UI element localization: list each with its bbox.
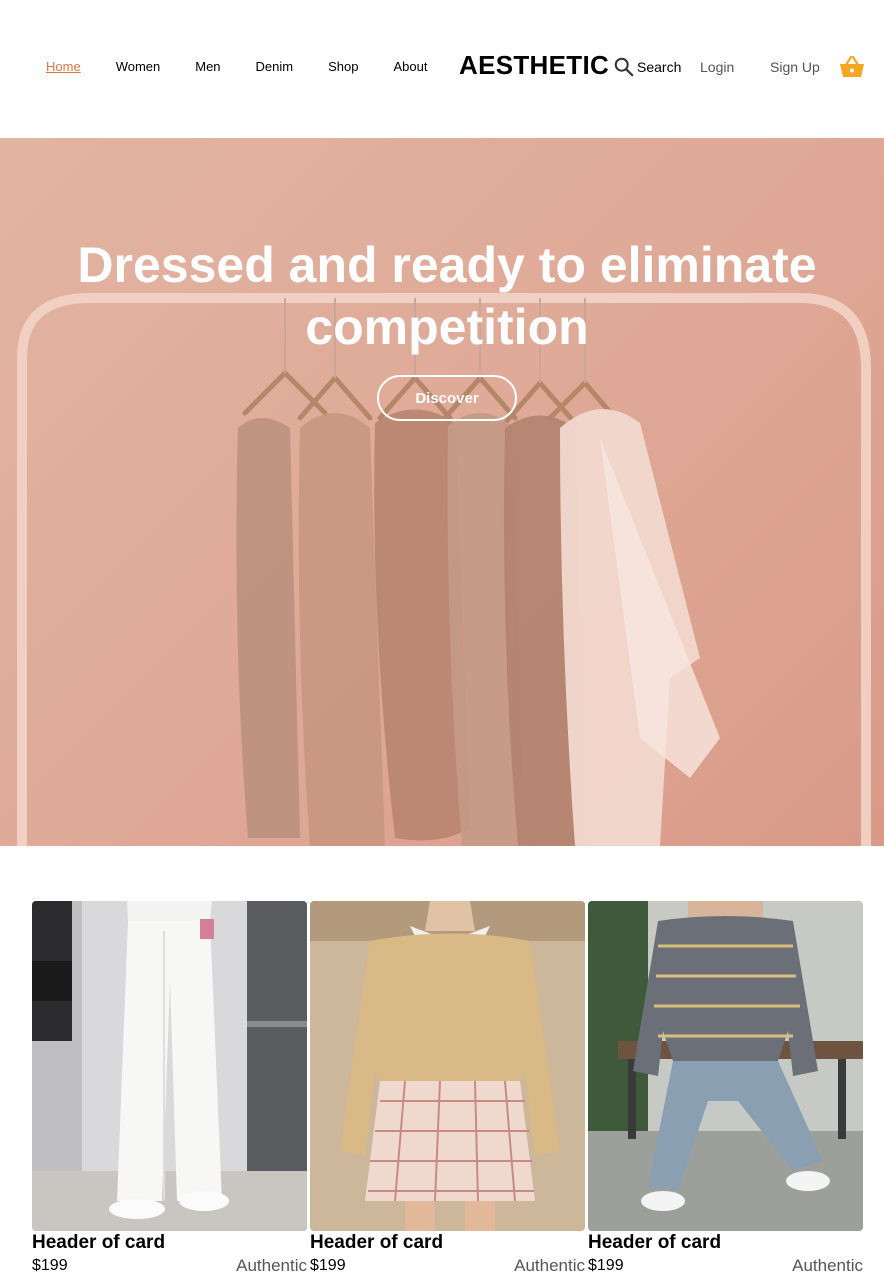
- nav-link-shop[interactable]: Shop: [328, 59, 358, 74]
- hero-title: Dressed and ready to eliminate competiti…: [77, 237, 817, 355]
- product-image-sweater-skirt[interactable]: [310, 901, 585, 1231]
- search-button[interactable]: Search: [613, 56, 681, 78]
- nav-link-women[interactable]: Women: [116, 59, 161, 74]
- product-cards: Header of card $199 Authentic Header of …: [32, 901, 863, 1288]
- nav-link-about[interactable]: About: [394, 59, 428, 74]
- card-tag: Authentic: [792, 1256, 863, 1275]
- card-title: Header of card: [588, 1232, 722, 1253]
- signup-link[interactable]: Sign Up: [770, 59, 820, 75]
- card-price: $199: [588, 1257, 624, 1274]
- brand-logo[interactable]: AESTHETIC: [459, 50, 609, 81]
- nav-link-home[interactable]: Home: [46, 59, 81, 74]
- nav-link-denim[interactable]: Denim: [256, 59, 294, 74]
- basket-icon[interactable]: [839, 55, 865, 79]
- card-price: $199: [310, 1257, 346, 1274]
- nav-links: Home Women Men Denim Shop About: [46, 59, 462, 74]
- product-card[interactable]: Header of card $199 Authentic: [588, 901, 863, 1288]
- product-card[interactable]: Header of card $199 Authentic: [32, 901, 307, 1288]
- login-link[interactable]: Login: [700, 59, 734, 75]
- card-title: Header of card: [310, 1232, 444, 1253]
- card-title: Header of card: [32, 1232, 166, 1253]
- product-card[interactable]: Header of card $199 Authentic: [310, 901, 585, 1288]
- nav-link-men[interactable]: Men: [195, 59, 220, 74]
- search-label: Search: [637, 59, 682, 75]
- top-navigation: Home Women Men Denim Shop About AESTHETI…: [0, 0, 884, 138]
- card-tag: Authentic: [236, 1256, 307, 1275]
- search-icon: [614, 57, 634, 77]
- card-price: $199: [32, 1257, 68, 1274]
- card-tag: Authentic: [514, 1256, 585, 1275]
- hero-banner: Dressed and ready to eliminate competiti…: [0, 138, 884, 846]
- product-image-striped-sweater[interactable]: [588, 901, 863, 1231]
- discover-button[interactable]: Discover: [377, 375, 517, 421]
- product-image-white-trousers[interactable]: [32, 901, 307, 1231]
